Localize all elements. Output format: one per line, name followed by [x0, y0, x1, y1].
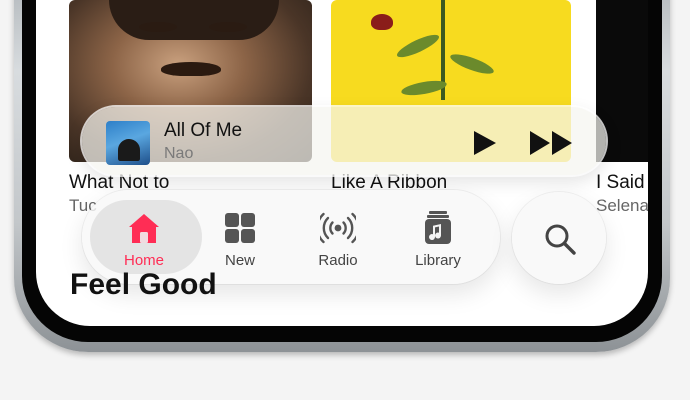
section-title: Feel Good: [70, 268, 217, 301]
album-artist: Selena: [596, 196, 648, 215]
grid-icon: [225, 213, 255, 243]
tab-label: New: [224, 252, 255, 269]
house-icon: [129, 214, 159, 243]
now-playing-title: All Of Me: [164, 120, 243, 141]
tab-label: Home: [123, 252, 164, 269]
album-title[interactable]: I Said: [596, 172, 645, 194]
tab-library[interactable]: Library: [388, 202, 488, 272]
magnifier-icon: [545, 224, 576, 255]
tab-label: Library: [415, 252, 461, 269]
radio-waves-icon: [320, 212, 356, 244]
now-playing-bar[interactable]: All Of Me Nao: [82, 107, 606, 175]
tab-label: Radio: [318, 252, 358, 269]
tab-home[interactable]: Home: [94, 202, 194, 272]
music-library-icon: [425, 211, 451, 244]
search-button[interactable]: [512, 192, 606, 284]
tab-new[interactable]: New: [190, 202, 290, 272]
tab-radio[interactable]: Radio: [288, 202, 388, 272]
fast-forward-icon[interactable]: [528, 129, 576, 157]
now-playing-artist: Nao: [164, 145, 194, 162]
play-icon[interactable]: [472, 129, 498, 157]
now-playing-artwork[interactable]: [106, 121, 150, 165]
